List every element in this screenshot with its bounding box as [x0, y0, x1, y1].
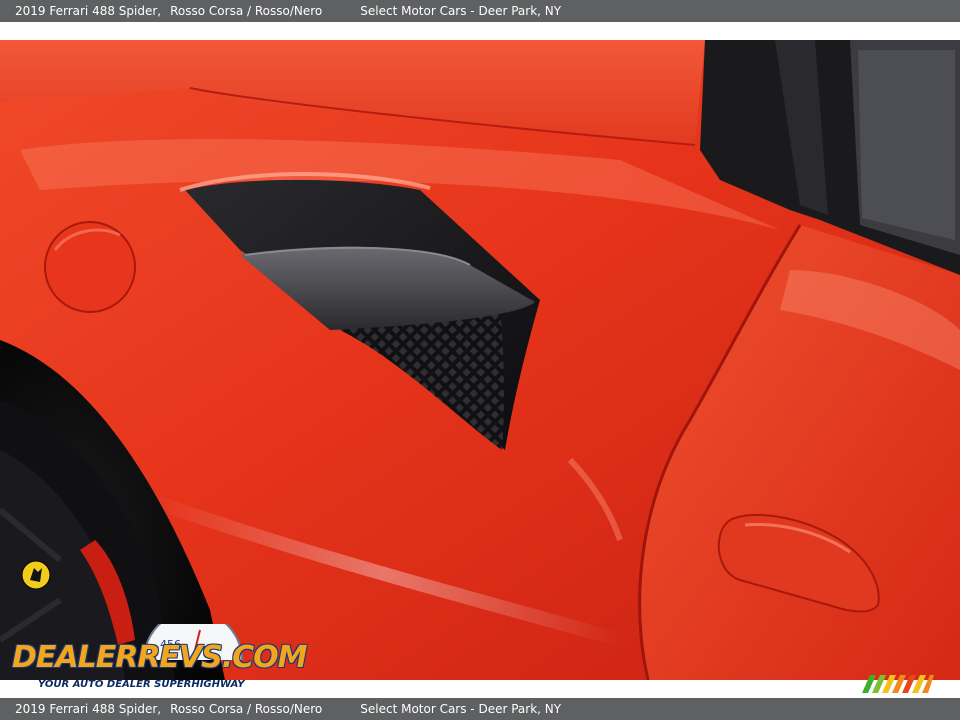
caption-colors: Rosso Corsa / Rosso/Nero — [170, 4, 323, 18]
dealerrevs-watermark: 456 DEALERREVS.COM YOUR AUTO DEALER SUPE… — [12, 624, 308, 692]
caption-title: 2019 Ferrari 488 Spider, — [15, 702, 162, 716]
top-caption-bar: 2019 Ferrari 488 Spider, Rosso Corsa / R… — [0, 0, 960, 22]
dealerrevs-logo-text: DEALERREVS.COM — [12, 640, 308, 675]
caption-colors: Rosso Corsa / Rosso/Nero — [170, 702, 323, 716]
caption-dealer: Select Motor Cars - Deer Park, NY — [360, 4, 562, 18]
car-photo[interactable] — [0, 40, 960, 680]
dealerrevs-tagline: YOUR AUTO DEALER SUPERHIGHWAY — [38, 679, 245, 690]
caption-title: 2019 Ferrari 488 Spider, — [15, 4, 162, 18]
caption-dealer: Select Motor Cars - Deer Park, NY — [360, 702, 562, 716]
stripes-logo-icon — [862, 675, 934, 693]
top-spacer — [0, 22, 960, 40]
bottom-caption-bar: 2019 Ferrari 488 Spider, Rosso Corsa / R… — [0, 698, 960, 720]
